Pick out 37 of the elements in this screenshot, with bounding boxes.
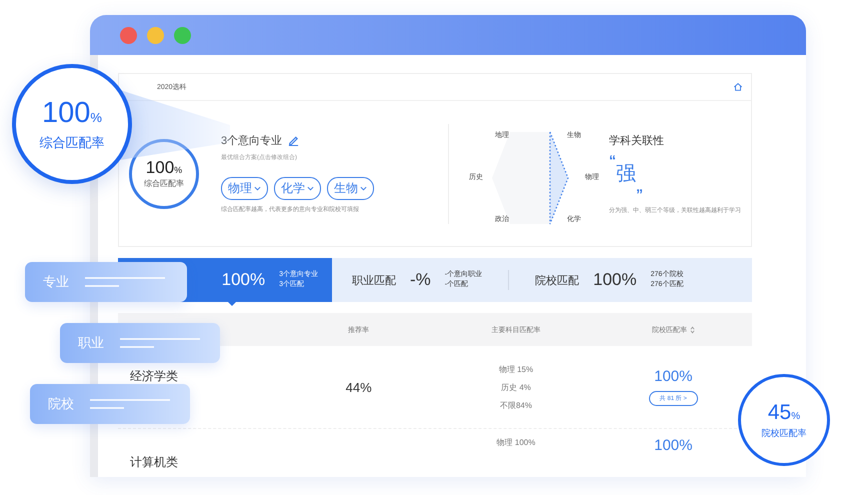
badge-label: 院校匹配率 [762,426,806,440]
subject-match: 物理 15% [498,364,534,374]
category-label: 专业 [43,273,69,291]
major-name: 计算机类 [130,454,178,471]
callout-label: 综合匹配率 [40,134,104,152]
open-quote: “ [609,152,616,168]
major-name: 经济学类 [130,368,178,385]
text-lines-icon [120,335,200,351]
category-label: 职业 [78,334,104,352]
match-percent: 100% [146,158,182,178]
school-match-rate: 100% [654,368,692,385]
subject-dropdown[interactable]: 生物 [327,177,374,200]
relevance-title: 学科关联性 [609,134,665,148]
subject-match: 物理 100% [496,437,536,448]
school-match-rate: 100% [654,437,692,454]
badge-percent: 45% [768,400,800,424]
subject-dropdown[interactable]: 物理 [221,177,268,200]
text-lines-icon [85,274,165,290]
relevance-value: 强 [616,162,636,186]
close-quote: ” [636,186,643,202]
callout-percent: 100% [42,96,102,130]
recommend-rate: 44% [346,380,372,394]
subject-match: 历史 4% [501,382,531,392]
subject-match: 不限84% [500,400,532,410]
chevron-down-icon [254,186,261,191]
chevron-down-icon [360,186,367,191]
match-label: 综合匹配率 [144,178,184,189]
close-button[interactable] [120,26,137,44]
chevron-down-icon [307,186,314,191]
edit-icon[interactable] [288,135,300,146]
majors-title: 3个意向专业 [221,134,282,148]
home-icon[interactable] [733,82,743,92]
minimize-button[interactable] [147,26,164,44]
subject-dropdown[interactable]: 化学 [274,177,321,200]
text-lines-icon [90,396,170,412]
sort-icon[interactable] [690,326,695,334]
category-label: 院校 [48,395,74,413]
